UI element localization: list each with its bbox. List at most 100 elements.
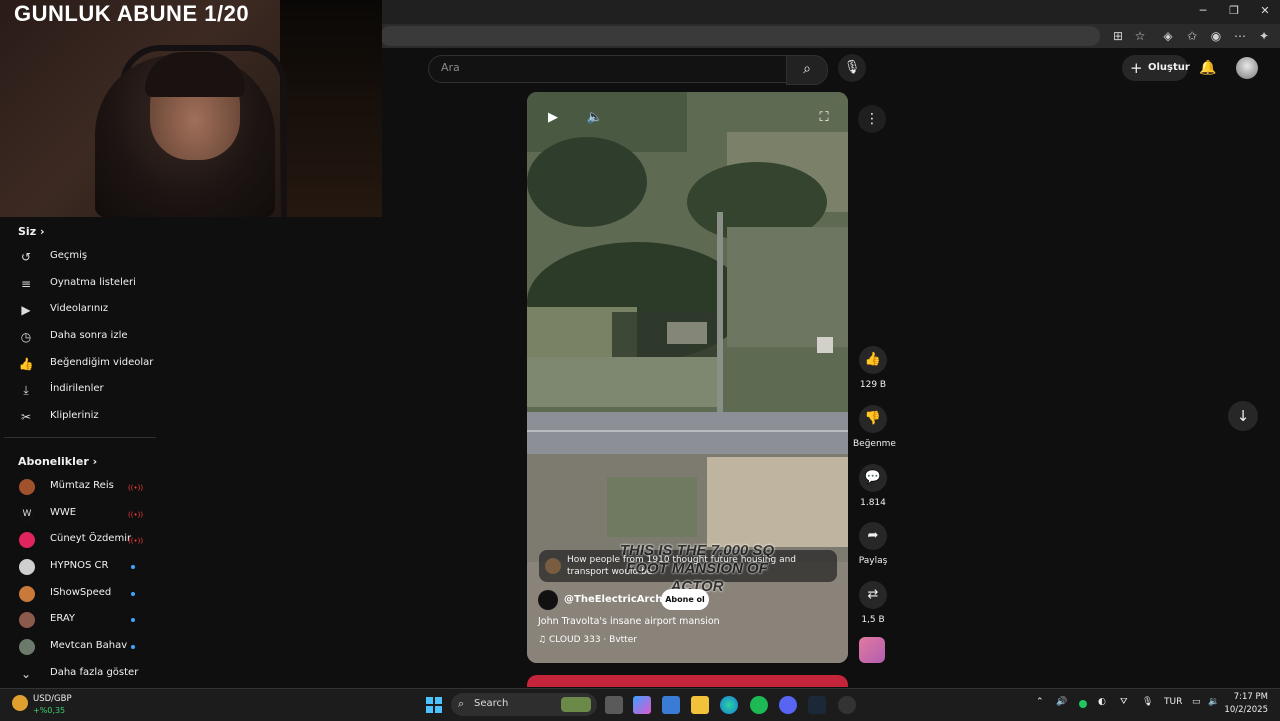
favorites-icon[interactable]: ✩ — [1184, 28, 1200, 44]
sidebar-sub-mevtcan-bahav[interactable]: Mevtcan Bahav — [0, 634, 160, 660]
sidebar-item-downloads[interactable]: ⤓ İndirilenler — [0, 377, 160, 403]
music-label: CLOUD 333 · Bvtter — [548, 635, 637, 645]
chevron-right-icon: › — [39, 225, 45, 238]
profile-icon[interactable]: ◉ — [1208, 28, 1224, 44]
sound-thumbnail[interactable] — [859, 637, 885, 663]
music-info[interactable]: ♫ CLOUD 333 · Bvtter — [538, 635, 637, 645]
microphone-icon[interactable]: 🎙 — [1142, 697, 1153, 707]
next-short-button[interactable]: ↓ — [1228, 401, 1258, 431]
sidebar-item-history[interactable]: ↺ Geçmiş — [0, 244, 160, 270]
windows-start-icon[interactable] — [426, 697, 442, 713]
display-icon[interactable]: ▭ — [1192, 697, 1201, 707]
copilot-icon[interactable]: ✦ — [1256, 28, 1272, 44]
clock-date[interactable]: 10/2/2025 — [1222, 705, 1268, 715]
notifications-bell-icon[interactable]: 🔔 — [1197, 57, 1219, 79]
avatar — [19, 559, 35, 575]
remix-icon[interactable]: ⇄ — [859, 581, 887, 609]
clock-time[interactable]: 7:17 PM — [1228, 692, 1268, 702]
close-icon[interactable]: ✕ — [1250, 3, 1280, 19]
subscriptions-header[interactable]: Abonelikler › — [18, 455, 97, 468]
channel-name: WWE — [50, 507, 77, 518]
copilot-icon[interactable] — [633, 696, 651, 714]
search-input[interactable]: Ara — [428, 55, 788, 83]
sidebar-item-watch-later[interactable]: ◷ Daha sonra izle — [0, 324, 160, 350]
restore-icon[interactable]: ❐ — [1219, 3, 1249, 19]
minimize-icon[interactable]: ─ — [1188, 3, 1218, 19]
app-icon[interactable] — [838, 696, 856, 714]
remix-action[interactable]: ⇄ 1,5 B — [853, 581, 893, 625]
taskbar: USD/GBP +%0,35 ⌕ Search ⌃ 🔊 ◐ ⛛ 🎙 TUR ▭ … — [0, 688, 1280, 721]
liked-icon: 👍 — [18, 357, 34, 371]
sidebar-item-playlists[interactable]: ≡ Oynatma listeleri — [0, 271, 160, 297]
file-explorer-icon[interactable] — [691, 696, 709, 714]
next-video-preview[interactable] — [527, 675, 848, 687]
show-more-button[interactable]: ⌄ Daha fazla göster — [0, 661, 160, 687]
subscribe-button[interactable]: Abone ol — [661, 589, 709, 610]
sidebar-item-clips[interactable]: ✂ Klipleriniz — [0, 404, 160, 430]
search-icon: ⌕ — [803, 61, 811, 77]
network-icon[interactable]: ⛛ — [1120, 697, 1128, 707]
history-icon: ↺ — [20, 250, 32, 264]
discord-icon[interactable] — [779, 696, 797, 714]
address-bar[interactable] — [380, 26, 1100, 46]
dislike-action[interactable]: 👎 Beğenme — [853, 405, 896, 449]
like-action[interactable]: 👍 129 B — [853, 346, 893, 390]
channel-name: HYPNOS CR — [50, 560, 109, 571]
taskbar-search[interactable]: ⌕ Search — [451, 693, 597, 716]
new-content-dot — [131, 565, 135, 569]
sidebar-item-your-videos[interactable]: ▶ Videolarınız — [0, 297, 160, 323]
sidebar-sub-ishowspeed[interactable]: IShowSpeed — [0, 581, 160, 607]
share-action[interactable]: ➦ Paylaş — [853, 522, 893, 566]
thumbs-up-icon[interactable]: 👍 — [859, 346, 887, 374]
overlay-title: GUNLUK ABUNE 1/20 — [14, 1, 250, 26]
channel-name: IShowSpeed — [50, 587, 112, 598]
you-section-header[interactable]: Siz › — [18, 225, 45, 238]
video-title[interactable]: John Travolta's insane airport mansion — [538, 616, 720, 627]
search-button[interactable]: ⌕ — [786, 55, 828, 85]
music-note-icon: ♫ — [538, 635, 547, 645]
sidebar-item-liked-videos[interactable]: 👍 Beğendiğim videolar — [0, 351, 160, 377]
play-icon[interactable]: ▶ — [542, 107, 564, 129]
create-button[interactable]: + Oluştur — [1122, 55, 1190, 81]
thumbs-down-icon[interactable]: 👎 — [859, 405, 887, 433]
steam-icon[interactable] — [808, 696, 826, 714]
share-icon[interactable]: ➦ — [859, 522, 887, 550]
spotify-icon[interactable] — [750, 696, 768, 714]
comment-icon[interactable]: 💬 — [859, 464, 887, 492]
show-more-label: Daha fazla göster — [50, 667, 139, 678]
store-icon[interactable] — [662, 696, 680, 714]
channel-name: Cüneyt Özdemir — [50, 533, 132, 544]
more-options-icon[interactable]: ⋯ — [1232, 28, 1248, 44]
volume-icon[interactable]: 🔈 — [584, 107, 606, 129]
shorts-video-player[interactable]: ▶ 🔈 ⛶ How people from 1910 thought futur… — [527, 92, 848, 663]
extensions-icon[interactable]: ◈ — [1160, 28, 1176, 44]
taskbar-search-label: Search — [474, 698, 509, 709]
edge-browser-icon[interactable] — [720, 696, 738, 714]
sidebar: Siz › ↺ Geçmiş ≡ Oynatma listeleri ▶ Vid… — [0, 217, 160, 687]
ticker-symbol[interactable]: USD/GBP — [33, 694, 72, 704]
sidebar-sub-hypnos-cr[interactable]: HYPNOS CR — [0, 554, 160, 580]
sidebar-sub-eray[interactable]: ERAY — [0, 607, 160, 633]
avatar[interactable] — [1236, 57, 1258, 79]
sidebar-sub-wwe[interactable]: W WWE ((•)) — [0, 501, 160, 527]
comments-action[interactable]: 💬 1.814 — [853, 464, 893, 508]
channel-avatar[interactable] — [538, 590, 558, 610]
related-video-thumbnail — [545, 558, 561, 574]
sidebar-sub-cuneyt-ozdemir[interactable]: Cüneyt Özdemir ((•)) — [0, 527, 160, 553]
status-dot-icon[interactable] — [1079, 700, 1087, 708]
language-indicator[interactable]: TUR — [1164, 697, 1182, 707]
task-view-icon[interactable] — [605, 696, 623, 714]
voice-search-button[interactable]: 🎙 — [838, 54, 866, 82]
fullscreen-icon[interactable]: ⛶ — [813, 107, 835, 129]
chevron-up-icon[interactable]: ⌃ — [1036, 697, 1044, 707]
steam-tray-icon[interactable]: ◐ — [1098, 697, 1106, 707]
favorite-star-icon[interactable]: ☆ — [1132, 28, 1148, 44]
avatar — [19, 639, 35, 655]
apps-icon[interactable]: ⊞ — [1110, 28, 1126, 44]
chevron-down-icon: ⌄ — [20, 667, 32, 681]
sidebar-sub-mumtaz-reis[interactable]: Mümtaz Reis ((•)) — [0, 474, 160, 500]
webcam-overlay: GUNLUK ABUNE 1/20 — [0, 0, 382, 217]
speaker-icon[interactable]: 🔊 — [1056, 697, 1067, 707]
volume-icon[interactable]: 🔉 — [1208, 697, 1219, 707]
more-options-button[interactable]: ⋮ — [858, 105, 886, 133]
